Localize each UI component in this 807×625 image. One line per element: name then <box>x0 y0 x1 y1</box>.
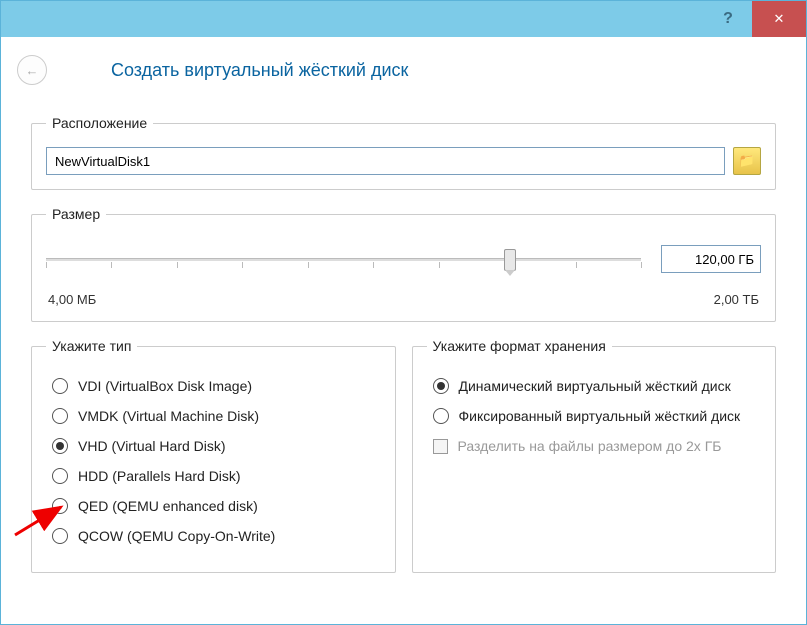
location-fieldset: Расположение 📁 <box>31 115 776 190</box>
type-option-qed[interactable]: QED (QEMU enhanced disk) <box>52 498 381 514</box>
radio-icon <box>433 408 449 424</box>
back-button[interactable]: ← <box>17 55 47 85</box>
browse-button[interactable]: 📁 <box>733 147 761 175</box>
size-min-label: 4,00 МБ <box>48 292 96 307</box>
type-option-label: VHD (Virtual Hard Disk) <box>78 438 226 454</box>
type-option-label: VMDK (Virtual Machine Disk) <box>78 408 259 424</box>
close-icon: ✕ <box>774 11 785 27</box>
titlebar: ? ✕ <box>1 1 806 37</box>
storage-option-label: Фиксированный виртуальный жёсткий диск <box>459 408 741 424</box>
storage-legend: Укажите формат хранения <box>427 338 612 354</box>
type-option-label: HDD (Parallels Hard Disk) <box>78 468 241 484</box>
dialog-window: ? ✕ ← Создать виртуальный жёсткий диск Р… <box>0 0 807 625</box>
header: ← Создать виртуальный жёсткий диск <box>1 37 806 103</box>
location-input[interactable] <box>46 147 725 175</box>
type-fieldset: Укажите тип VDI (VirtualBox Disk Image) … <box>31 338 396 573</box>
radio-icon <box>52 498 68 514</box>
type-option-label: VDI (VirtualBox Disk Image) <box>78 378 252 394</box>
size-max-label: 2,00 ТБ <box>714 292 759 307</box>
storage-split-checkbox: Разделить на файлы размером до 2х ГБ <box>433 438 762 454</box>
folder-icon: 📁 <box>739 153 755 169</box>
slider-ticks <box>46 262 641 270</box>
radio-icon <box>52 378 68 394</box>
type-option-label: QCOW (QEMU Copy-On-Write) <box>78 528 275 544</box>
help-button[interactable]: ? <box>704 1 752 37</box>
size-slider[interactable] <box>46 244 641 274</box>
radio-icon <box>52 408 68 424</box>
back-arrow-icon: ← <box>26 63 39 78</box>
size-legend: Размер <box>46 206 106 222</box>
slider-track-line <box>46 258 641 261</box>
type-legend: Укажите тип <box>46 338 137 354</box>
size-fieldset: Размер 4,00 МБ 2,00 ТБ <box>31 206 776 322</box>
close-button[interactable]: ✕ <box>752 1 806 37</box>
type-option-vmdk[interactable]: VMDK (Virtual Machine Disk) <box>52 408 381 424</box>
type-option-hdd[interactable]: HDD (Parallels Hard Disk) <box>52 468 381 484</box>
slider-thumb[interactable] <box>504 249 516 271</box>
location-legend: Расположение <box>46 115 153 131</box>
type-option-label: QED (QEMU enhanced disk) <box>78 498 258 514</box>
radio-icon <box>52 438 68 454</box>
storage-option-label: Динамический виртуальный жёсткий диск <box>459 378 731 394</box>
storage-option-fixed[interactable]: Фиксированный виртуальный жёсткий диск <box>433 408 762 424</box>
storage-split-label: Разделить на файлы размером до 2х ГБ <box>458 438 722 454</box>
radio-icon <box>433 378 449 394</box>
radio-icon <box>52 468 68 484</box>
content: Расположение 📁 Размер <box>1 103 806 589</box>
type-option-vhd[interactable]: VHD (Virtual Hard Disk) <box>52 438 381 454</box>
radio-icon <box>52 528 68 544</box>
type-option-vdi[interactable]: VDI (VirtualBox Disk Image) <box>52 378 381 394</box>
checkbox-icon <box>433 439 448 454</box>
storage-fieldset: Укажите формат хранения Динамический вир… <box>412 338 777 573</box>
storage-option-dynamic[interactable]: Динамический виртуальный жёсткий диск <box>433 378 762 394</box>
type-option-qcow[interactable]: QCOW (QEMU Copy-On-Write) <box>52 528 381 544</box>
page-title: Создать виртуальный жёсткий диск <box>111 60 408 81</box>
size-input[interactable] <box>661 245 761 273</box>
